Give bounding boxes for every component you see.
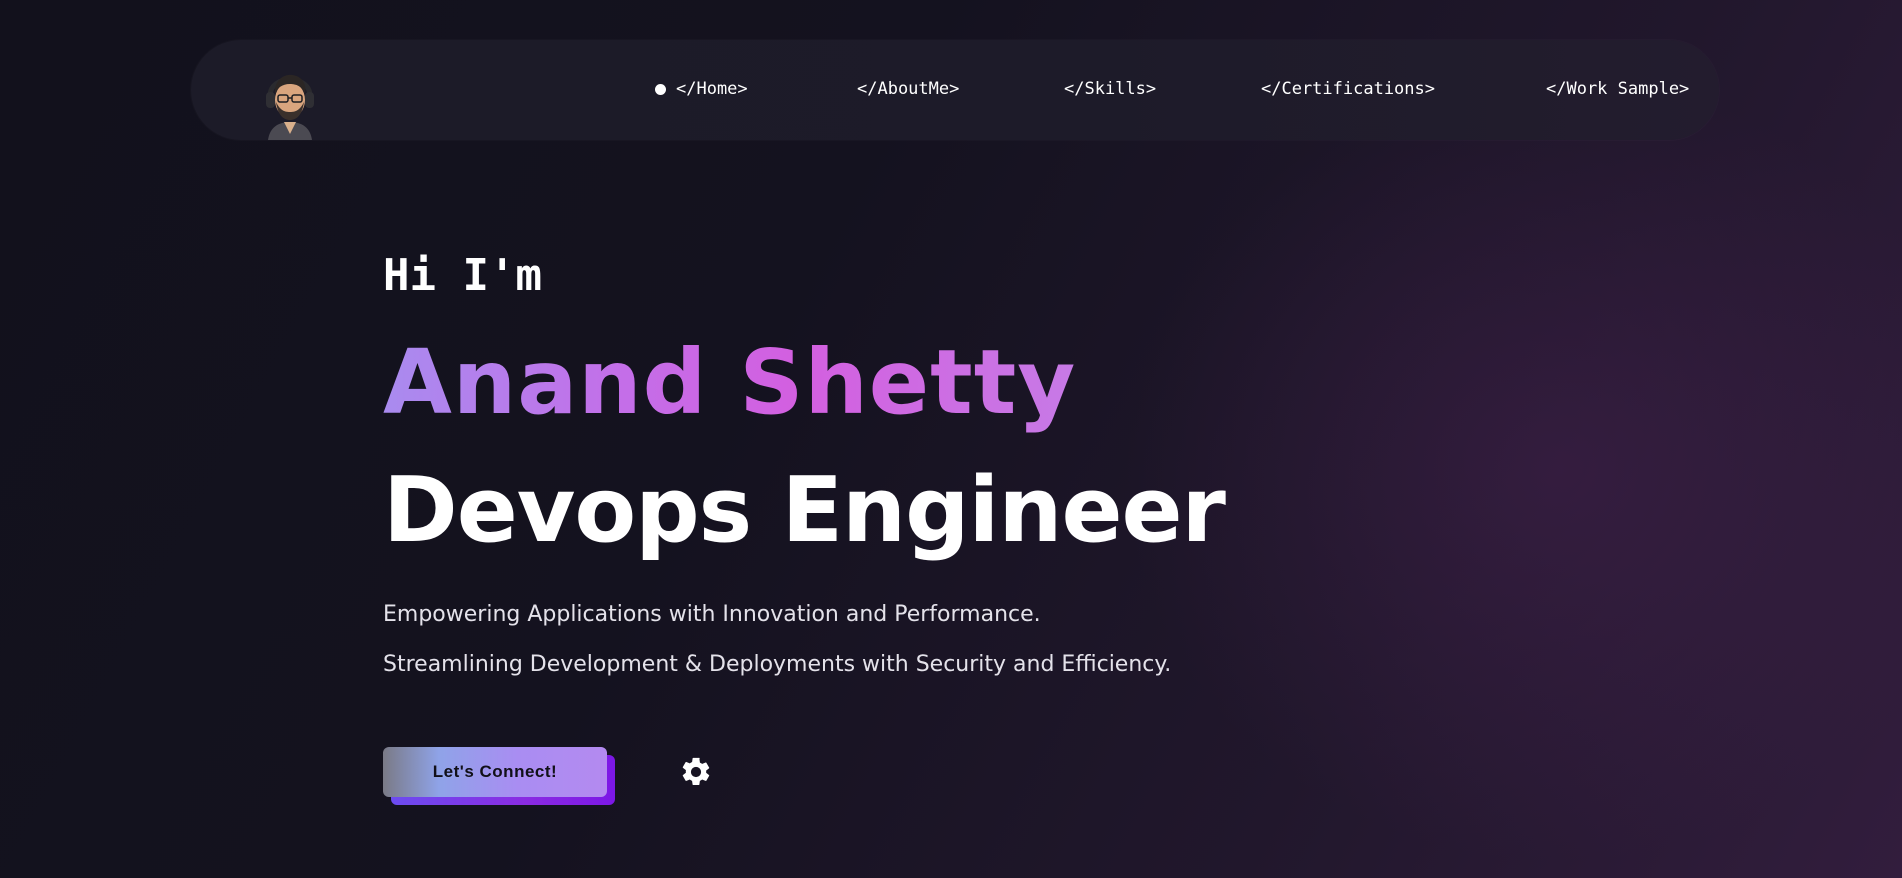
greeting-text: Hi I'm — [383, 250, 542, 301]
gear-icon[interactable] — [679, 755, 713, 789]
hero-name: Anand Shetty — [383, 330, 1077, 434]
tagline-line-2: Streamlining Development & Deployments w… — [383, 652, 1172, 677]
navbar: </Home> </AboutMe> </Skills> </Certifica… — [191, 40, 1719, 140]
nav-links: </Home> </AboutMe> </Skills> </Certifica… — [191, 40, 1719, 140]
nav-item-label: </Skills> — [1064, 79, 1157, 99]
lets-connect-button[interactable]: Let's Connect! — [383, 747, 607, 797]
nav-item-certifications[interactable]: </Certifications> — [1261, 79, 1435, 99]
nav-item-label: </Certifications> — [1261, 79, 1435, 99]
nav-item-skills[interactable]: </Skills> — [1064, 79, 1156, 99]
nav-item-label: </Home> — [676, 79, 748, 99]
nav-item-home[interactable]: </Home> — [655, 79, 748, 99]
connect-button-wrapper: Let's Connect! — [383, 747, 615, 805]
nav-item-work-sample[interactable]: </Work Sample> — [1546, 79, 1689, 99]
tagline-line-1: Empowering Applications with Innovation … — [383, 602, 1041, 627]
nav-item-label: </AboutMe> — [857, 79, 960, 99]
active-indicator-dot — [655, 83, 666, 95]
hero-role: Devops Engineer — [383, 458, 1226, 563]
nav-item-aboutme[interactable]: </AboutMe> — [857, 79, 959, 99]
nav-item-label: </Work Sample> — [1546, 79, 1690, 99]
